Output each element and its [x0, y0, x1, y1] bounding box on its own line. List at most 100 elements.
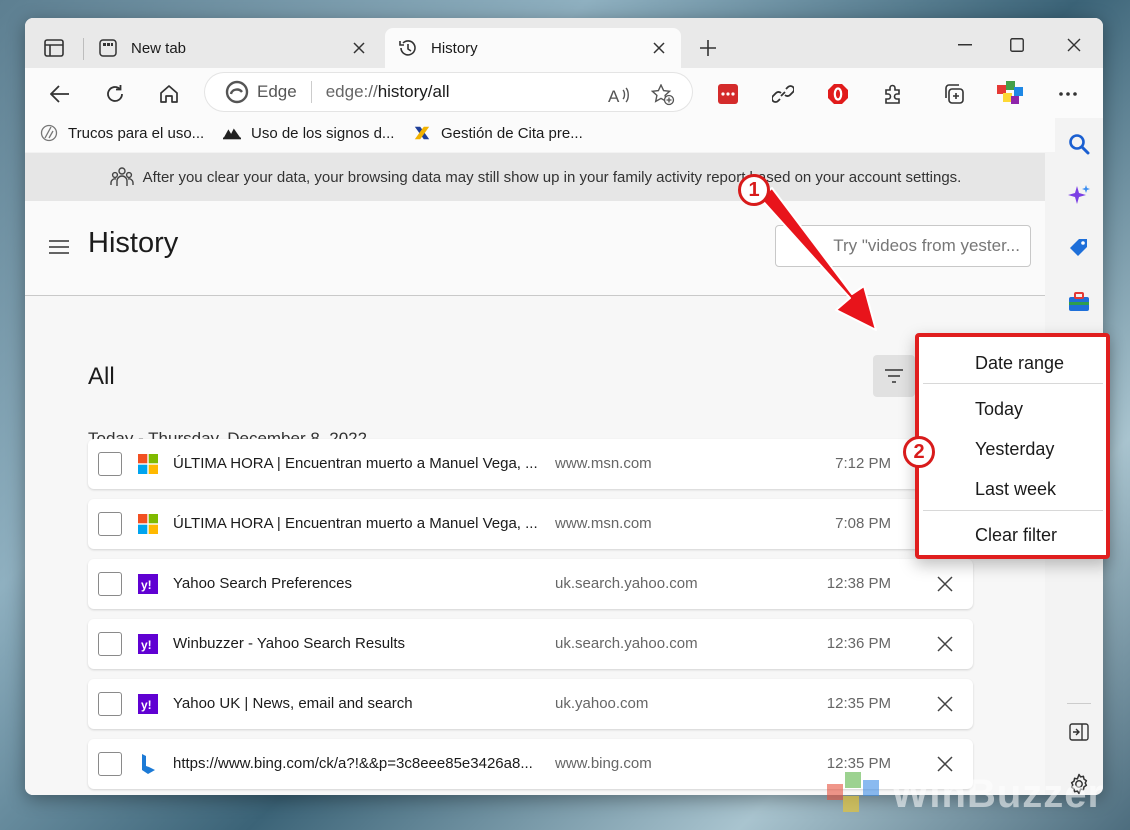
more-options-icon[interactable]	[1052, 78, 1084, 110]
family-info-banner: After you clear your data, your browsing…	[25, 153, 1045, 201]
winbuzzer-watermark: WinBuzzer	[825, 766, 1104, 822]
row-checkbox[interactable]	[98, 752, 122, 776]
link-icon[interactable]	[767, 78, 799, 110]
row-domain: www.msn.com	[555, 455, 652, 472]
row-domain: uk.search.yahoo.com	[555, 575, 698, 592]
row-domain: uk.yahoo.com	[555, 695, 649, 712]
row-checkbox[interactable]	[98, 632, 122, 656]
menu-icon[interactable]	[47, 235, 71, 259]
address-url: edge://history/all	[326, 82, 450, 102]
copilot-sparkle-icon[interactable]	[1063, 180, 1095, 212]
row-domain: uk.search.yahoo.com	[555, 635, 698, 652]
favorite-label: Gestión de Cita pre...	[441, 124, 583, 142]
microsoft-icon	[137, 513, 159, 535]
profile-avatar-icon[interactable]	[994, 78, 1026, 110]
row-domain: www.msn.com	[555, 515, 652, 532]
menu-item-today[interactable]: Today	[975, 399, 1023, 420]
bookmark-site-icon	[40, 124, 58, 142]
watermark-text: WinBuzzer	[891, 771, 1105, 816]
address-browser-label: Edge	[257, 82, 297, 101]
row-checkbox[interactable]	[98, 692, 122, 716]
svg-text:y!: y!	[141, 698, 152, 712]
minimize-icon[interactable]	[942, 30, 988, 60]
row-title[interactable]: Yahoo UK | News, email and search	[173, 695, 413, 712]
history-header: History	[25, 201, 1045, 296]
favorite-item[interactable]: Gestión de Cita pre...	[413, 124, 583, 142]
address-divider	[310, 81, 312, 103]
close-window-icon[interactable]	[1051, 30, 1097, 60]
back-icon[interactable]	[44, 78, 76, 110]
opera-extension-icon[interactable]	[822, 78, 854, 110]
row-title[interactable]: Yahoo Search Preferences	[173, 575, 352, 592]
winbuzzer-logo-icon	[827, 772, 879, 812]
row-checkbox[interactable]	[98, 452, 122, 476]
new-tab-icon	[97, 37, 119, 59]
tab-label: History	[431, 39, 478, 57]
row-time: 7:08 PM	[835, 515, 891, 532]
read-aloud-icon[interactable]: A	[606, 82, 632, 108]
tab-strip: New tab History	[25, 18, 1103, 68]
history-row[interactable]: y! Yahoo Search Preferences uk.search.yaho…	[88, 559, 973, 609]
bookmark-site-icon	[413, 124, 431, 142]
shopping-tag-icon[interactable]	[1063, 232, 1095, 264]
row-time: 7:12 PM	[835, 455, 891, 472]
favorites-bar: Trucos para el uso... Uso de los signos …	[25, 118, 1055, 152]
close-tab-icon[interactable]	[349, 38, 369, 58]
family-icon	[109, 164, 135, 190]
delete-entry-icon[interactable]	[933, 632, 957, 656]
row-checkbox[interactable]	[98, 512, 122, 536]
collections-icon[interactable]	[938, 78, 970, 110]
yahoo-icon: y!	[137, 693, 159, 715]
extensions-puzzle-icon[interactable]	[877, 78, 909, 110]
new-tab-button[interactable]	[693, 34, 723, 62]
row-time: 12:38 PM	[826, 575, 891, 592]
maximize-icon[interactable]	[994, 30, 1040, 60]
callout-badge-2: 2	[903, 436, 935, 468]
history-page: After you clear your data, your browsing…	[25, 153, 1045, 795]
delete-entry-icon[interactable]	[933, 572, 957, 596]
search-icon[interactable]	[1063, 128, 1095, 160]
menu-item-yesterday[interactable]: Yesterday	[975, 439, 1054, 460]
history-icon	[397, 37, 419, 59]
menu-item-date-range: Date range	[975, 353, 1065, 373]
home-icon[interactable]	[153, 78, 185, 110]
row-time: 12:35 PM	[826, 695, 891, 712]
tab-history[interactable]: History	[385, 28, 681, 68]
history-row[interactable]: ÚLTIMA HORA | Encuentran muerto a Manuel…	[88, 499, 973, 549]
tab-label: New tab	[131, 39, 187, 57]
row-checkbox[interactable]	[98, 572, 122, 596]
yahoo-icon: y!	[137, 573, 159, 595]
toolbar: Edge edge://history/all A	[25, 68, 1103, 118]
tab-new-tab[interactable]: New tab	[85, 28, 381, 68]
row-domain: www.bing.com	[555, 755, 652, 772]
delete-entry-icon[interactable]	[933, 692, 957, 716]
row-title[interactable]: ÚLTIMA HORA | Encuentran muerto a Manuel…	[173, 455, 538, 472]
url-scheme: edge://	[325, 82, 378, 101]
refresh-icon[interactable]	[99, 78, 131, 110]
favorite-label: Uso de los signos d...	[251, 124, 395, 142]
filter-menu: Date range Today Yesterday Last week Cle…	[915, 333, 1110, 559]
tab-actions-icon[interactable]	[39, 34, 69, 62]
favorite-item[interactable]: Uso de los signos d...	[223, 124, 394, 142]
extension-red-icon[interactable]	[712, 78, 744, 110]
row-title[interactable]: ÚLTIMA HORA | Encuentran muerto a Manuel…	[173, 515, 538, 532]
menu-item-last-week[interactable]: Last week	[975, 479, 1056, 500]
tab-separator	[83, 38, 84, 60]
page-title: History	[88, 227, 179, 259]
row-title[interactable]: Winbuzzer - Yahoo Search Results	[173, 635, 405, 652]
tools-briefcase-icon[interactable]	[1063, 286, 1095, 318]
history-row[interactable]: y! Yahoo UK | News, email and search uk.ya…	[88, 679, 973, 729]
sidebar-divider	[1067, 703, 1091, 704]
filter-button[interactable]	[873, 355, 915, 397]
url-path: history/all	[377, 82, 450, 101]
add-favorite-icon[interactable]	[650, 82, 676, 108]
menu-item-clear-filter[interactable]: Clear filter	[975, 525, 1057, 546]
annotation-arrow	[759, 187, 877, 331]
row-time: 12:36 PM	[826, 635, 891, 652]
favorite-item[interactable]: Trucos para el uso...	[40, 124, 204, 142]
history-row[interactable]: y! Winbuzzer - Yahoo Search Results uk.sea…	[88, 619, 973, 669]
history-row[interactable]: ÚLTIMA HORA | Encuentran muerto a Manuel…	[88, 439, 973, 489]
hide-sidebar-icon[interactable]	[1063, 716, 1095, 748]
close-tab-icon[interactable]	[649, 38, 669, 58]
row-title[interactable]: https://www.bing.com/ck/a?!&&p=3c8eee85e…	[173, 755, 533, 772]
